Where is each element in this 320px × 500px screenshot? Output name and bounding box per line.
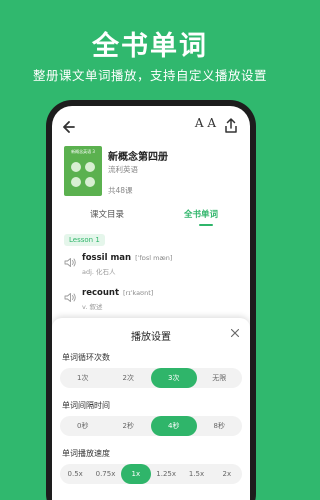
option-button[interactable]: 0.5x	[60, 464, 90, 484]
active-tab-indicator	[199, 224, 213, 226]
word-row[interactable]: fossil man [ˈfɒsl mæn] adj. 化石人	[52, 251, 250, 281]
speaker-icon[interactable]	[64, 292, 77, 303]
tab-all-words[interactable]: 全书单词	[184, 208, 218, 220]
option-button[interactable]: 0秒	[60, 416, 106, 436]
book-cover: 新概念英语 3	[64, 146, 102, 196]
word-phonetic: [ˈfɒsl mæn]	[135, 254, 173, 262]
option-button[interactable]: 3次	[151, 368, 197, 388]
option-button[interactable]: 2x	[212, 464, 242, 484]
playback-settings-sheet: 播放设置 单词循环次数 1次 2次 3次 无限 单词间隔时间 0秒 2秒 4秒 8秒 单词播…	[52, 318, 250, 500]
loop-count-label: 单词循环次数	[62, 353, 110, 362]
hero-subtitle: 整册课文单词播放，支持自定义播放设置	[32, 68, 267, 83]
sheet-title: 播放设置	[131, 332, 171, 343]
word-spelling: fossil man	[82, 253, 132, 263]
close-icon[interactable]	[230, 328, 240, 338]
option-button[interactable]: 1次	[60, 368, 106, 388]
cover-dot	[71, 177, 81, 187]
word-definition: adj. 化石人	[82, 268, 116, 276]
font-size-icon[interactable]: A A	[195, 116, 216, 130]
book-publisher: 流利英语	[108, 165, 138, 174]
speed-label: 单词播放速度	[62, 449, 110, 458]
option-button[interactable]: 1.5x	[181, 464, 211, 484]
option-button[interactable]: 2秒	[106, 416, 152, 436]
cover-dot	[85, 162, 95, 172]
cover-dot	[85, 177, 95, 187]
tab-lesson-list[interactable]: 课文目录	[90, 208, 124, 220]
option-button[interactable]: 4秒	[151, 416, 197, 436]
share-icon[interactable]	[222, 117, 240, 135]
loop-count-selector: 1次 2次 3次 无限	[60, 368, 242, 388]
option-button[interactable]: 8秒	[197, 416, 243, 436]
back-arrow-icon[interactable]	[60, 117, 80, 137]
option-button[interactable]: 1.25x	[151, 464, 181, 484]
hero-title: 全书单词	[92, 31, 208, 62]
app-screen: A A 新概念英语 3 新概念第四册 流利英语 共48课 课文目录 全书单词 L…	[52, 106, 250, 500]
option-button[interactable]: 无限	[197, 368, 243, 388]
speed-selector: 0.5x 0.75x 1x 1.25x 1.5x 2x	[60, 464, 242, 484]
word-text: recount [rɪˈkaʊnt]	[82, 288, 153, 298]
word-phonetic: [rɪˈkaʊnt]	[123, 289, 154, 297]
phone-frame: A A 新概念英语 3 新概念第四册 流利英语 共48课 课文目录 全书单词 L…	[46, 100, 256, 500]
word-spelling: recount	[82, 288, 120, 298]
book-lesson-count: 共48课	[108, 186, 133, 195]
book-cover-label: 新概念英语 3	[71, 149, 95, 154]
top-bar: A A	[52, 116, 250, 138]
word-row[interactable]: recount [rɪˈkaʊnt] v. 叙述	[52, 286, 250, 316]
option-button[interactable]: 1x	[120, 464, 151, 484]
speaker-icon[interactable]	[64, 257, 77, 268]
word-definition: v. 叙述	[82, 303, 103, 311]
cover-dot	[71, 162, 81, 172]
lesson-badge: Lesson 1	[64, 234, 105, 246]
tab-bar: 课文目录 全书单词	[52, 208, 250, 226]
option-button[interactable]: 2次	[106, 368, 152, 388]
interval-selector: 0秒 2秒 4秒 8秒	[60, 416, 242, 436]
interval-label: 单词间隔时间	[62, 401, 110, 410]
option-button[interactable]: 0.75x	[90, 464, 120, 484]
word-text: fossil man [ˈfɒsl mæn]	[82, 253, 172, 263]
book-title: 新概念第四册	[108, 152, 168, 163]
